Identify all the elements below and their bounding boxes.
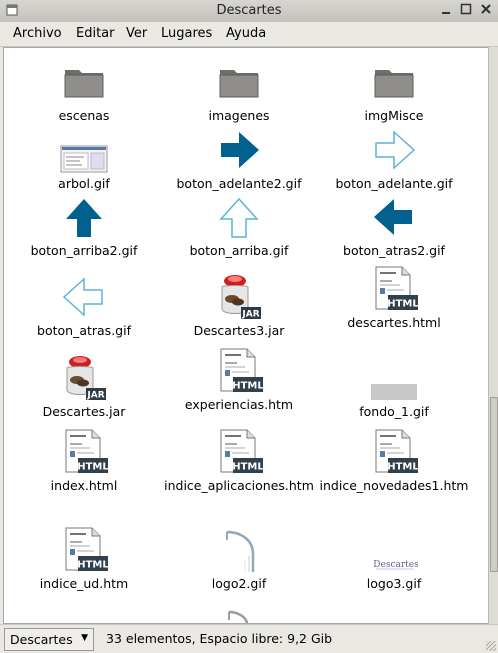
logo-d-icon — [215, 606, 263, 623]
menu-ayuda-label: Ayuda — [226, 26, 267, 41]
vertical-scrollbar[interactable] — [488, 47, 498, 624]
file-item-indice-aplicaciones[interactable]: HTML indice_aplicaciones.htm — [164, 428, 314, 494]
html-document-icon: HTML — [60, 526, 109, 574]
file-item-imgmisce[interactable]: imgMisce — [319, 58, 469, 124]
file-label: logo3.gif — [366, 576, 422, 591]
folder-icon — [370, 58, 418, 106]
menu-archivo[interactable]: Archivo — [13, 26, 62, 41]
html-document-icon: HTML — [215, 347, 264, 395]
jar-icon: JAR — [215, 273, 263, 321]
file-label: experiencias.htm — [184, 397, 294, 412]
file-item-indice-ud[interactable]: HTML indice_ud.htm — [9, 526, 159, 592]
file-label: Descartes3.jar — [193, 323, 285, 338]
folder-icon — [60, 58, 108, 106]
menu-bar: Archivo Editar Ver Lugares Ayuda — [0, 22, 498, 47]
file-item-boton-arriba2[interactable]: boton_arriba2.gif — [9, 193, 159, 259]
location-dropdown[interactable]: Descartes ▼ — [4, 628, 94, 651]
html-badge-text: HTML — [387, 462, 418, 473]
minimize-icon[interactable] — [438, 3, 454, 18]
html-document-icon: HTML — [370, 428, 419, 476]
jar-icon: JAR — [60, 354, 108, 402]
maximize-icon[interactable] — [458, 3, 474, 18]
file-item-arbol[interactable]: arbol.gif — [9, 126, 159, 192]
arrow-left-outline-icon — [60, 273, 108, 321]
arrow-up-outline-icon — [215, 193, 263, 241]
file-label: boton_adelante.gif — [335, 176, 453, 191]
chevron-down-icon: ▼ — [81, 633, 88, 643]
location-label: Descartes — [10, 632, 73, 647]
file-label: arbol.gif — [58, 176, 110, 191]
scrollbar-thumb[interactable] — [490, 397, 498, 572]
file-item-descartes-html[interactable]: HTML descartes.html — [319, 265, 469, 331]
file-item-imagenes[interactable]: imagenes — [164, 58, 314, 124]
menu-editar[interactable]: Editar — [76, 26, 115, 41]
html-badge-text: HTML — [232, 381, 263, 392]
file-label: indice_novedades1.htm — [319, 478, 469, 493]
status-text: 33 elementos, Espacio libre: 9,2 Gib — [106, 631, 333, 646]
file-label: imgMisce — [364, 108, 424, 123]
html-badge-text: HTML — [77, 462, 108, 473]
logo3-text: Descartes — [373, 560, 418, 570]
arrow-left-filled-icon — [370, 193, 418, 241]
file-item-partial[interactable] — [164, 606, 314, 623]
file-label: descartes.html — [347, 315, 441, 330]
file-label: index.html — [50, 478, 118, 493]
file-item-descartes3-jar[interactable]: JAR Descartes3.jar — [164, 273, 314, 339]
file-item-descartes-jar[interactable]: JAR Descartes.jar — [9, 354, 159, 420]
arrow-right-outline-icon — [370, 126, 418, 174]
file-item-boton-arriba[interactable]: boton_arriba.gif — [164, 193, 314, 259]
file-label: escenas — [58, 108, 110, 123]
file-label: indice_aplicaciones.htm — [164, 478, 314, 493]
file-item-boton-adelante2[interactable]: boton_adelante2.gif — [164, 126, 314, 192]
file-label: fondo_1.gif — [359, 404, 429, 419]
html-document-icon: HTML — [370, 265, 419, 313]
menu-archivo-label: Archivo — [13, 26, 62, 41]
html-badge-text: HTML — [77, 560, 108, 571]
file-label: boton_adelante2.gif — [176, 176, 302, 191]
menu-ayuda[interactable]: Ayuda — [226, 26, 266, 41]
file-label: logo2.gif — [211, 576, 267, 591]
window-title: Descartes — [216, 3, 282, 18]
file-item-experiencias[interactable]: HTML experiencias.htm — [164, 347, 314, 413]
menu-lugares[interactable]: Lugares — [161, 26, 212, 41]
file-label: indice_ud.htm — [39, 576, 129, 591]
file-item-logo2[interactable]: logo2.gif — [164, 526, 314, 592]
resize-grip[interactable] — [486, 641, 496, 651]
file-item-boton-adelante[interactable]: boton_adelante.gif — [319, 126, 469, 192]
file-icon-view[interactable]: escenas imagenes imgMisce arbol.gif boto… — [3, 47, 489, 624]
file-label: Descartes.jar — [42, 404, 126, 419]
arrow-right-filled-icon — [215, 126, 263, 174]
file-item-indice-novedades1[interactable]: HTML indice_novedades1.htm — [319, 428, 469, 494]
file-label: imagenes — [208, 108, 270, 123]
file-label: boton_arriba2.gif — [30, 243, 138, 258]
html-document-icon: HTML — [60, 428, 109, 476]
file-label: boton_atras2.gif — [343, 243, 445, 258]
file-item-escenas[interactable]: escenas — [9, 58, 159, 124]
status-bar: Descartes ▼ 33 elementos, Espacio libre:… — [0, 624, 498, 653]
title-bar[interactable]: Descartes — [0, 0, 498, 23]
menu-ver-label: Ver — [126, 26, 148, 41]
file-item-boton-atras[interactable]: boton_atras.gif — [9, 273, 159, 339]
file-label: boton_atras.gif — [37, 323, 131, 338]
html-document-icon: HTML — [215, 428, 264, 476]
folder-icon — [215, 58, 263, 106]
gray-image-icon — [370, 354, 418, 402]
html-badge-text: HTML — [387, 299, 418, 310]
menu-editar-label: Editar — [76, 26, 115, 41]
jar-badge-text: JAR — [86, 391, 104, 401]
jar-badge-text: JAR — [241, 310, 259, 320]
html-badge-text: HTML — [232, 462, 263, 473]
file-label: boton_arriba.gif — [189, 243, 289, 258]
image-thumbnail-icon — [60, 126, 108, 174]
menu-lugares-label: Lugares — [161, 26, 213, 41]
arrow-up-filled-icon — [60, 193, 108, 241]
logo-descartes-icon: Descartes — [370, 526, 419, 574]
menu-ver[interactable]: Ver — [126, 26, 147, 41]
file-item-fondo-1[interactable]: fondo_1.gif — [319, 354, 469, 420]
file-item-index[interactable]: HTML index.html — [9, 428, 159, 494]
file-item-boton-atras2[interactable]: boton_atras2.gif — [319, 193, 469, 259]
logo-d-icon — [215, 526, 263, 574]
close-icon[interactable] — [478, 3, 494, 18]
file-item-logo3[interactable]: Descartes logo3.gif — [319, 526, 469, 592]
